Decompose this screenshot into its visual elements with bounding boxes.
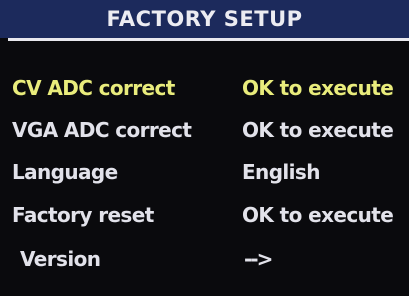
menu-item-label: CV ADC correct [12,76,175,100]
menu-item-label: Factory reset [12,203,154,227]
menu-title: FACTORY SETUP [106,6,303,31]
menu-item-label: VGA ADC correct [12,118,192,142]
arrow-right-icon: --> [244,247,273,271]
title-divider [8,38,409,41]
title-bar: FACTORY SETUP [0,0,409,38]
menu-item-language[interactable]: Language English [12,155,409,189]
menu-item-vga-adc-correct[interactable]: VGA ADC correct OK to execute [12,113,409,147]
menu-item-value: OK to execute [242,76,394,100]
menu-item-value: OK to execute [242,118,394,142]
menu-item-value: OK to execute [242,203,394,227]
menu-item-label: Language [12,160,118,184]
menu-item-cv-adc-correct[interactable]: CV ADC correct OK to execute [12,71,409,105]
menu-item-value: English [242,160,320,184]
menu-item-factory-reset[interactable]: Factory reset OK to execute [12,198,409,232]
menu-item-version[interactable]: Version --> [12,242,409,276]
menu-item-label: Version [20,247,101,271]
osd-menu-screen: FACTORY SETUP CV ADC correct OK to execu… [0,0,409,296]
